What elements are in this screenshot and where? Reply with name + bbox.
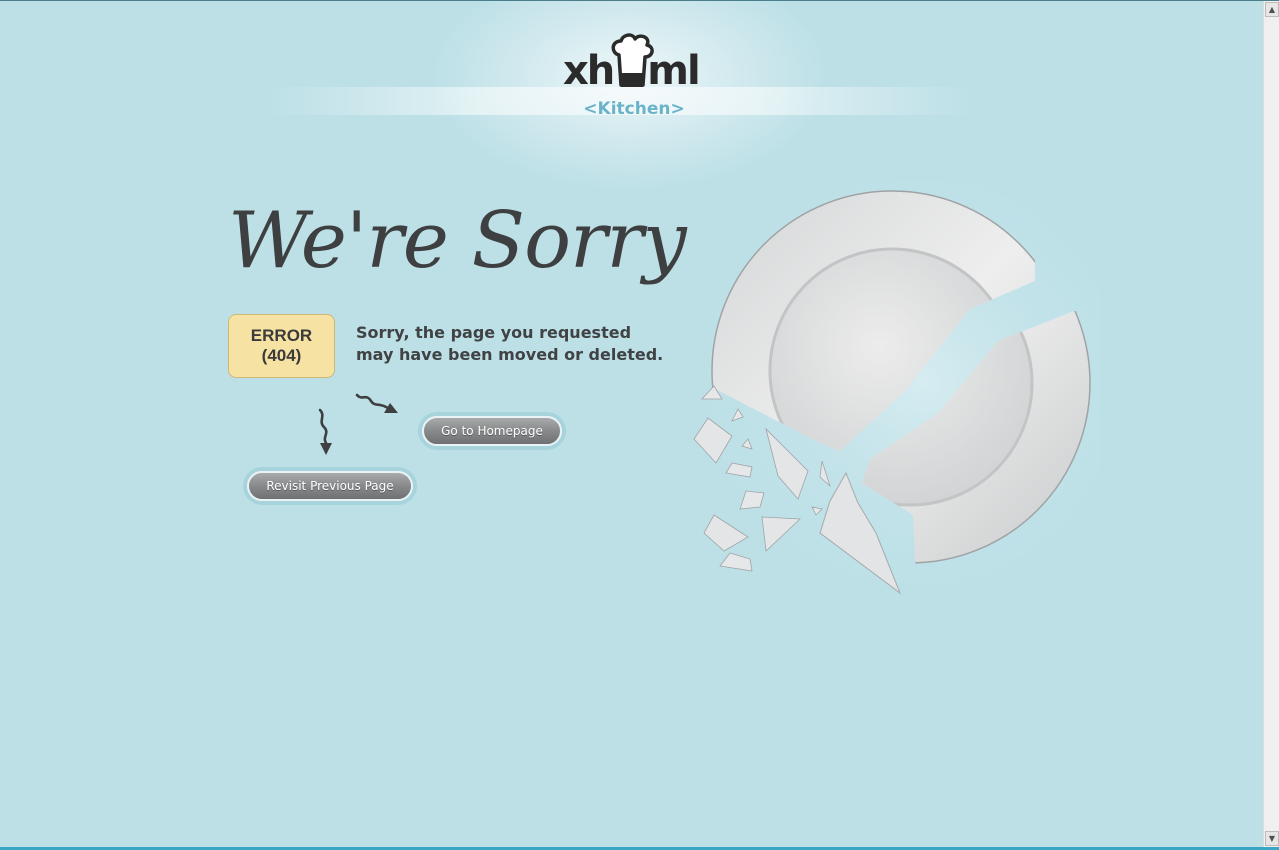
home-button-frame: Go to Homepage [422,416,562,446]
error-message-line-1: Sorry, the page you requested [356,323,632,342]
vertical-scrollbar[interactable]: ▲ ▼ [1263,1,1279,847]
logo-subtitle: <Kitchen> [583,99,685,119]
revisit-previous-page-button[interactable]: Revisit Previous Page [247,471,413,501]
site-logo[interactable]: xh ml <Kitchen> [563,33,703,123]
error-page: xh ml <Kitchen> We're Sorry ERROR (404) S… [0,1,1263,847]
scroll-up-arrow-icon[interactable]: ▲ [1265,2,1279,17]
error-label: ERROR [250,326,313,345]
scroll-down-arrow-icon[interactable]: ▼ [1265,831,1279,846]
error-message: Sorry, the page you requested may have b… [356,322,664,366]
squiggle-arrow-down-icon [318,408,332,455]
squiggle-arrow-right-icon [355,393,398,413]
page-heading: We're Sorry [228,196,687,286]
error-code-badge: ERROR (404) [228,314,335,378]
error-code: (404) [261,346,302,365]
go-to-homepage-button[interactable]: Go to Homepage [422,416,562,446]
error-message-line-2: may have been moved or deleted. [356,345,664,364]
logo-word-right: ml [647,48,700,94]
logo-wordmark: xh ml [563,49,703,93]
logo-word-left: xh [563,48,615,94]
previous-button-frame: Revisit Previous Page [247,471,413,501]
broken-plate-illustration [680,181,1100,595]
